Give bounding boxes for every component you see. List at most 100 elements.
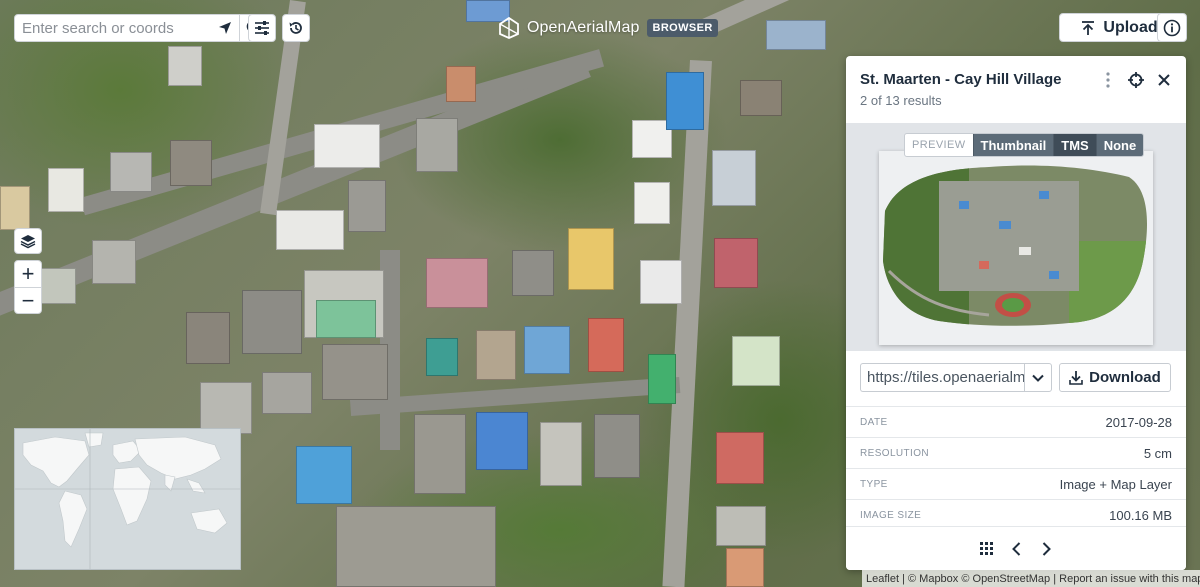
- metadata-value: 5 cm: [1143, 445, 1172, 461]
- map-building: [594, 414, 640, 478]
- download-label: Download: [1089, 369, 1161, 386]
- zoom-control: + −: [14, 260, 42, 314]
- panel-footer: [846, 526, 1186, 570]
- brand[interactable]: OpenAerialMap BROWSER: [497, 14, 718, 42]
- metadata-key: IMAGE SIZE: [860, 509, 922, 521]
- map-building: [568, 228, 614, 290]
- minimap[interactable]: [14, 428, 241, 570]
- map-building: [732, 336, 780, 386]
- search-box: [14, 14, 240, 42]
- map-building: [476, 412, 528, 470]
- history-button[interactable]: [282, 14, 310, 42]
- preview-option-thumbnail[interactable]: Thumbnail: [972, 134, 1054, 156]
- chevron-left-icon[interactable]: [1007, 540, 1025, 558]
- more-options-icon[interactable]: [1098, 70, 1118, 90]
- layers-button[interactable]: [14, 228, 42, 254]
- map-building: [276, 210, 344, 250]
- world-map: [15, 429, 240, 569]
- map-building: [512, 250, 554, 296]
- upload-label: Upload: [1103, 18, 1158, 36]
- metadata-value: 2017-09-28: [1105, 414, 1173, 430]
- location-arrow-icon[interactable]: [211, 15, 239, 41]
- download-button[interactable]: Download: [1059, 363, 1171, 392]
- search-input[interactable]: [15, 19, 211, 37]
- map-building: [524, 326, 570, 374]
- map-building: [200, 382, 252, 434]
- app-name: OpenAerialMap: [527, 19, 640, 36]
- map-building: [242, 290, 302, 354]
- map-building: [716, 432, 764, 484]
- logo-icon: [499, 16, 519, 39]
- metadata-value: Image + Map Layer: [1059, 476, 1172, 492]
- metadata-value: 100.16 MB: [1109, 507, 1172, 523]
- map-building: [168, 46, 202, 86]
- map-building: [186, 312, 230, 364]
- map-building: [540, 422, 582, 486]
- map-building: [322, 344, 388, 400]
- map-building: [426, 338, 458, 376]
- zoom-out-button[interactable]: −: [15, 287, 41, 313]
- upload-icon: [1082, 20, 1095, 35]
- panel-header: St. Maarten - Cay Hill Village 2 of 13 r…: [846, 56, 1186, 122]
- map-building: [446, 66, 476, 102]
- metadata-key: DATE: [860, 416, 888, 428]
- map-building: [262, 372, 312, 414]
- map-building: [648, 354, 676, 404]
- map-building: [0, 186, 30, 230]
- metadata-row-type: TYPE Image + Map Layer: [846, 468, 1186, 499]
- layers-icon: [20, 235, 36, 249]
- map-attribution[interactable]: Leaflet | © Mapbox © OpenStreetMap | Rep…: [862, 570, 1200, 587]
- map-building: [316, 300, 376, 338]
- info-icon: [1163, 19, 1181, 36]
- zoom-in-button[interactable]: +: [15, 261, 41, 287]
- map-building: [712, 150, 756, 206]
- map-building: [40, 268, 76, 304]
- map-building: [336, 506, 496, 587]
- crosshair-icon[interactable]: [1126, 70, 1146, 90]
- url-dropdown-button[interactable]: [1024, 363, 1052, 392]
- history-icon: [289, 22, 302, 34]
- close-icon[interactable]: [1154, 70, 1174, 90]
- panel-title: St. Maarten - Cay Hill Village: [860, 71, 1062, 88]
- sliders-icon: [255, 21, 269, 35]
- result-count: 2 of 13 results: [860, 93, 942, 108]
- metadata-key: RESOLUTION: [860, 447, 930, 459]
- map-building: [48, 168, 84, 212]
- preview-option-tms[interactable]: TMS: [1053, 134, 1096, 156]
- preview-option-none[interactable]: None: [1095, 134, 1144, 156]
- map-road: [0, 56, 591, 321]
- map-building: [714, 238, 758, 288]
- filter-button[interactable]: [248, 14, 276, 42]
- map-building: [726, 548, 764, 587]
- chevron-right-icon[interactable]: [1037, 540, 1055, 558]
- map-building: [640, 260, 682, 304]
- map-building: [426, 258, 488, 308]
- chevron-down-icon: [1032, 374, 1044, 382]
- tile-url-input[interactable]: [860, 363, 1024, 392]
- preview-label: PREVIEW: [912, 139, 966, 151]
- map-building: [414, 414, 466, 494]
- map-building: [588, 318, 624, 372]
- result-panel: St. Maarten - Cay Hill Village 2 of 13 r…: [846, 56, 1186, 570]
- map-building: [716, 506, 766, 546]
- map-building: [634, 182, 670, 224]
- map-building: [92, 240, 136, 284]
- metadata-row-resolution: RESOLUTION 5 cm: [846, 437, 1186, 468]
- app-badge: BROWSER: [647, 19, 718, 37]
- map-building: [110, 152, 152, 192]
- map-building: [416, 118, 458, 172]
- map-building: [314, 124, 380, 168]
- map-building: [740, 80, 782, 116]
- map-building: [666, 72, 704, 130]
- tile-url-row: [860, 363, 1052, 392]
- preview-toggle: PREVIEW Thumbnail TMS None: [904, 133, 1145, 157]
- map-building: [296, 446, 352, 504]
- info-button[interactable]: [1157, 13, 1187, 42]
- map-building: [476, 330, 516, 380]
- metadata-list: DATE 2017-09-28 RESOLUTION 5 cm TYPE Ima…: [846, 406, 1186, 530]
- grid-icon[interactable]: [977, 540, 995, 558]
- map-building: [348, 180, 386, 232]
- download-icon: [1069, 370, 1083, 385]
- map-building: [766, 20, 826, 50]
- image-thumbnail[interactable]: [879, 151, 1153, 345]
